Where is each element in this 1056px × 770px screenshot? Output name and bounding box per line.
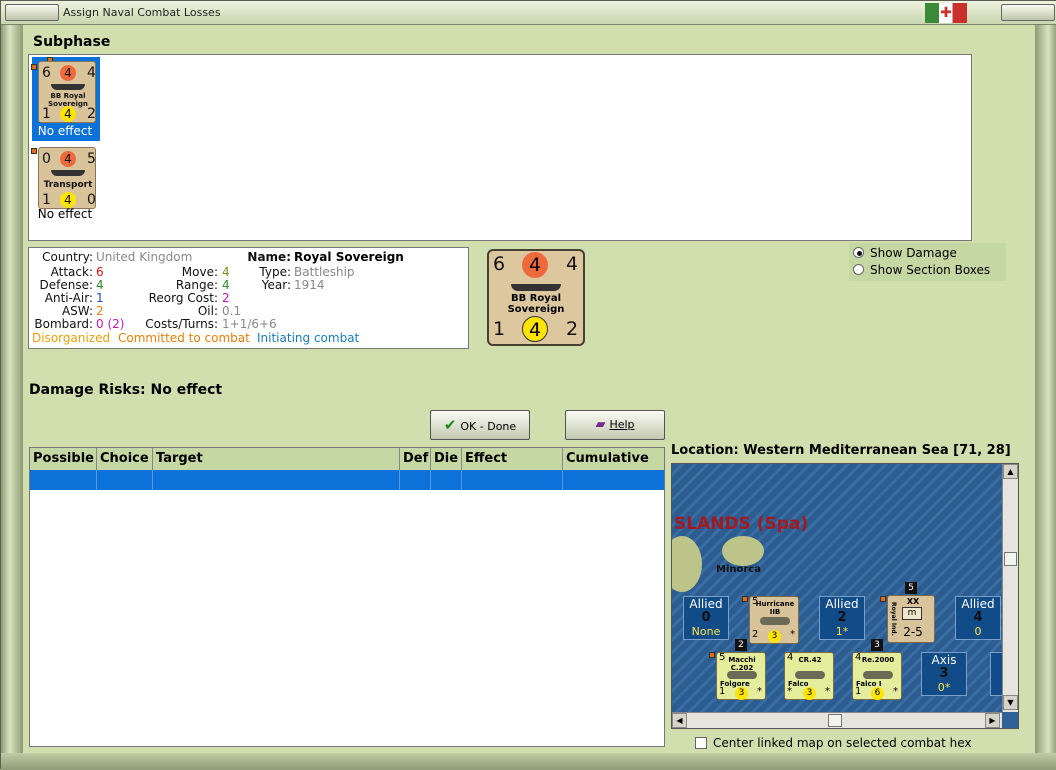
- help-button[interactable]: ▰ Help: [565, 410, 665, 440]
- title-bar[interactable]: Assign Naval Combat Losses ✚: [1, 1, 1056, 25]
- plane-icon: [795, 671, 825, 679]
- checkmark-icon: ✔: [443, 416, 457, 434]
- air-unit-hurricane[interactable]: 5 Hurricane IIB 2 3 *: [749, 596, 799, 644]
- region-label: SLANDS (Spa): [674, 514, 809, 534]
- scroll-right-icon[interactable]: ▶: [985, 713, 1000, 728]
- unit-info-panel: Country: United Kingdom Attack: 6 Defens…: [28, 247, 469, 349]
- battleship-icon: [511, 284, 561, 291]
- allied-land-box[interactable]: Allied 4 0: [955, 596, 1001, 640]
- subphase-label: Subphase: [33, 34, 111, 50]
- stack-count-badge: 3: [871, 639, 883, 651]
- scroll-down-icon[interactable]: ▼: [1003, 695, 1018, 710]
- transport-ship-icon: [51, 170, 85, 176]
- map-vertical-scrollbar[interactable]: ▲ ▼: [1002, 464, 1018, 712]
- scroll-up-icon[interactable]: ▲: [1003, 464, 1018, 479]
- col-choice[interactable]: Choice: [97, 448, 153, 470]
- checkbox[interactable]: [695, 737, 707, 749]
- status-marker: [742, 596, 748, 602]
- ok-done-button[interactable]: ✔ OK - Done: [430, 410, 530, 440]
- show-damage-option[interactable]: Show Damage: [853, 246, 957, 260]
- status-marker: [880, 596, 886, 602]
- stack-count-badge: 2: [735, 639, 747, 651]
- air-unit-re2000[interactable]: 4 Re.2000 Falco I 1 6 *: [852, 652, 902, 700]
- plane-icon: [863, 671, 893, 679]
- map-horizontal-scrollbar[interactable]: ◀ ▶: [672, 712, 1002, 728]
- unit-card-royal-sovereign[interactable]: 6 4 4 BB Royal Sovereign 1 4 2: [38, 61, 96, 123]
- map-water: SLANDS (Spa) Minorca Allied 0 None 5 Hur…: [672, 464, 1010, 712]
- allied-naval-box[interactable]: Allied 0 None: [683, 596, 729, 640]
- grid-header: Possible Choice Target Def Die Effect Cu…: [30, 448, 664, 470]
- close-button[interactable]: [1001, 4, 1055, 21]
- italy-flag-icon: ✚: [925, 3, 967, 23]
- status-marker: [31, 64, 37, 70]
- map-island: [672, 536, 702, 592]
- island-label: Minorca: [716, 564, 761, 575]
- division-symbol-icon: m: [902, 607, 922, 620]
- land-division-unit[interactable]: XX m Royal Ind. 2-5: [887, 595, 935, 643]
- radio-button[interactable]: [853, 247, 864, 258]
- unit-status-label: No effect: [37, 124, 93, 138]
- losses-grid[interactable]: Possible Choice Target Def Die Effect Cu…: [29, 447, 665, 747]
- display-options: Show Damage Show Section Boxes: [849, 243, 1006, 281]
- radio-button[interactable]: [853, 264, 864, 275]
- center-map-checkbox[interactable]: Center linked map on selected combat hex: [695, 736, 972, 750]
- scroll-left-icon[interactable]: ◀: [672, 713, 687, 728]
- map-island: [722, 536, 764, 566]
- unit-status-label: No effect: [37, 207, 93, 221]
- help-book-icon: ▰: [595, 417, 606, 432]
- system-menu-button[interactable]: [5, 4, 59, 21]
- stack-count-badge: 5: [905, 582, 917, 594]
- window-title: Assign Naval Combat Losses: [63, 6, 221, 19]
- status-marker: [31, 148, 37, 154]
- battleship-icon: [51, 84, 85, 90]
- col-effect[interactable]: Effect: [462, 448, 563, 470]
- axis-air-box[interactable]: Axis 3 0*: [921, 652, 967, 696]
- units-panel[interactable]: 6 4 4 BB Royal Sovereign 1 4 2 No effect…: [28, 54, 972, 241]
- unit-card-transport[interactable]: 0 4 5 Transport 1 4 0: [38, 147, 96, 209]
- col-possible[interactable]: Possible: [30, 448, 97, 470]
- right-frame: [1035, 25, 1056, 770]
- table-row[interactable]: [30, 470, 664, 490]
- scroll-thumb[interactable]: [1004, 552, 1017, 566]
- col-target[interactable]: Target: [153, 448, 400, 470]
- location-label: Location: Western Mediterranean Sea [71,…: [671, 443, 1011, 458]
- scroll-thumb[interactable]: [828, 714, 842, 727]
- col-cumulative[interactable]: Cumulative: [563, 448, 664, 470]
- status-marker: [709, 652, 715, 658]
- unit-card-large: 6 4 4 BB Royal Sovereign 1 4 2: [487, 249, 585, 346]
- linked-map[interactable]: SLANDS (Spa) Minorca Allied 0 None 5 Hur…: [671, 463, 1019, 729]
- col-def[interactable]: Def: [400, 448, 431, 470]
- air-unit-macchi[interactable]: 5 Macchi C.202 Folgore 1 3 *: [716, 652, 766, 700]
- damage-risks-label: Damage Risks: No effect: [29, 382, 223, 398]
- dialog-window: Assign Naval Combat Losses ✚ Subphase 6 …: [0, 0, 1056, 770]
- plane-icon: [727, 671, 757, 679]
- air-unit-cr42[interactable]: 4 CR.42 Falco * 3 *: [784, 652, 834, 700]
- col-die[interactable]: Die: [431, 448, 462, 470]
- plane-icon: [760, 617, 790, 625]
- left-frame: [1, 25, 23, 770]
- bottom-frame: [1, 753, 1056, 770]
- show-section-boxes-option[interactable]: Show Section Boxes: [853, 263, 990, 277]
- allied-air-box[interactable]: Allied 2 1*: [819, 596, 865, 640]
